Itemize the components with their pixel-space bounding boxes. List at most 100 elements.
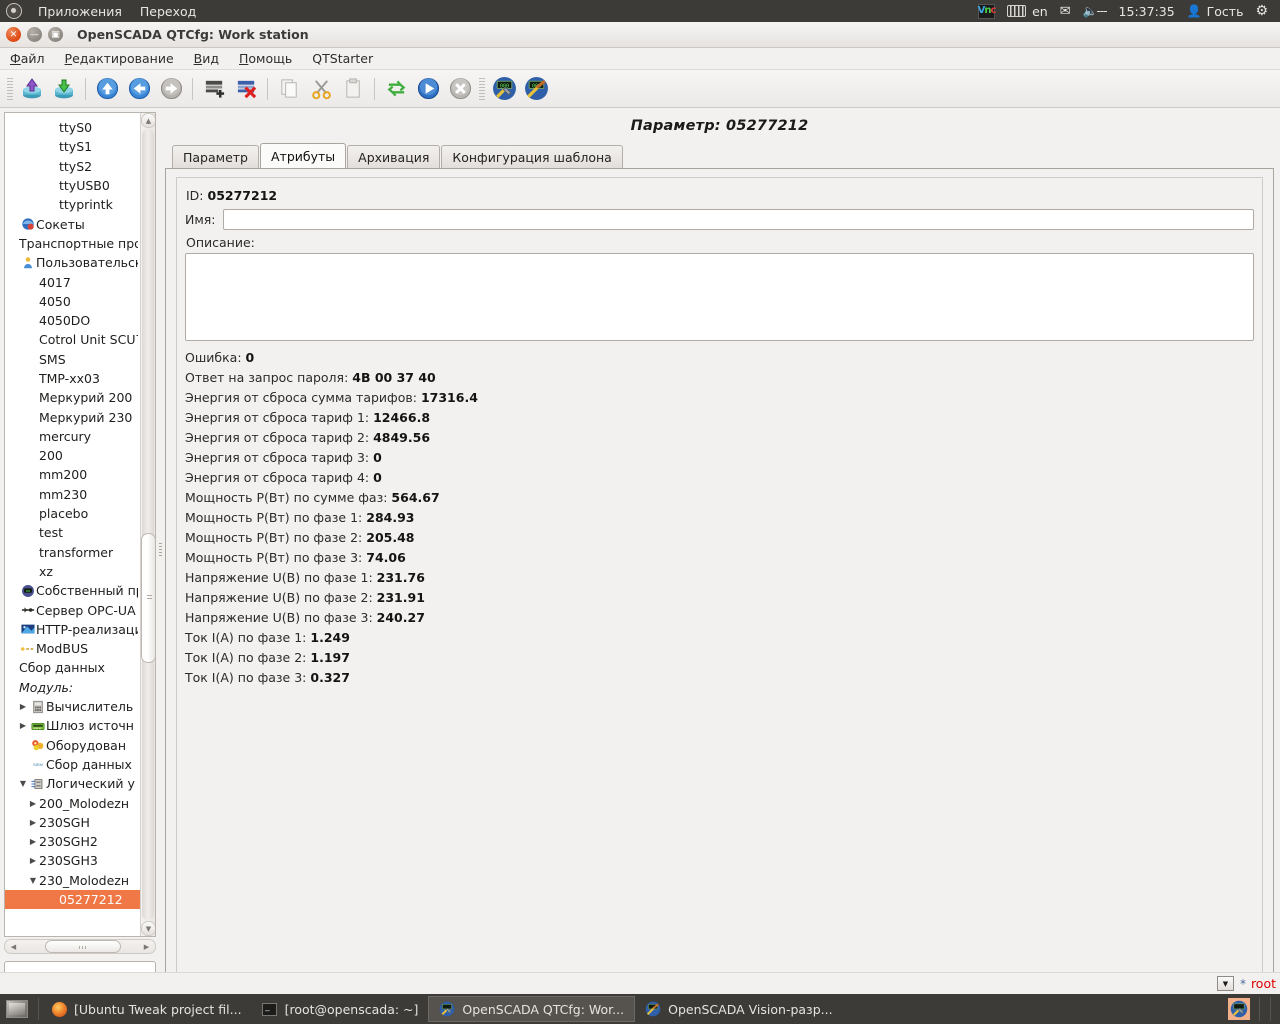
toolbar-drag-handle[interactable] — [479, 77, 485, 100]
tree-item[interactable]: xz — [5, 562, 140, 581]
tree-item[interactable]: Меркурий 230 — [5, 407, 140, 426]
taskbar-task[interactable]: [Ubuntu Tweak project fil... — [41, 996, 252, 1022]
tree-item[interactable]: Пользовательск — [5, 253, 140, 272]
tree-item[interactable]: test — [5, 523, 140, 542]
tree-item[interactable]: ▶ Шлюз источн — [5, 716, 140, 735]
tree-item[interactable]: ttyprintk — [5, 195, 140, 214]
taskbar-task[interactable]: [root@openscada: ~] — [252, 996, 429, 1022]
tree-item[interactable]: ▼ 230_Molodezн — [5, 871, 140, 890]
tree-item[interactable]: Сервер OPC-UA — [5, 600, 140, 619]
stop-icon[interactable] — [444, 73, 476, 105]
tree-horizontal-scrollbar[interactable]: ◀ ▶ — [4, 939, 156, 954]
tree-scroll-track[interactable] — [142, 129, 154, 920]
tree-item[interactable]: mm200 — [5, 465, 140, 484]
panel-menu-places[interactable]: Переход — [131, 4, 205, 19]
tab-4[interactable]: Конфигурация шаблона — [441, 145, 623, 168]
tree-item[interactable]: Сбор данных — [5, 658, 140, 677]
tree-collapse-arrow-icon[interactable]: ▶ — [27, 856, 39, 865]
tree-item[interactable]: mercury — [5, 427, 140, 446]
status-combo-dropdown[interactable]: ▼ — [1216, 976, 1234, 991]
tree-vertical-scrollbar[interactable]: ▲ ▼ — [140, 113, 155, 936]
scroll-right-arrow-icon[interactable]: ▶ — [139, 940, 154, 953]
tree-item[interactable]: transformer — [5, 543, 140, 562]
tree-item[interactable]: SMS — [5, 350, 140, 369]
tree-item[interactable]: ModBUS — [5, 639, 140, 658]
tree-item[interactable]: ▶ 230SGH2 — [5, 832, 140, 851]
window-close-button[interactable]: ✕ — [6, 27, 21, 42]
tab-3[interactable]: Архивация — [347, 145, 441, 168]
tree-item[interactable]: ▶ 230SGH — [5, 813, 140, 832]
tree-item[interactable]: 4050DO — [5, 311, 140, 330]
tree-scroll-thumb[interactable] — [141, 533, 155, 663]
tree-collapse-arrow-icon[interactable]: ▶ — [27, 837, 39, 846]
clock-indicator[interactable]: 15:37:35 — [1119, 4, 1175, 19]
tab-2-active[interactable]: Атрибуты — [260, 143, 347, 168]
menu-view[interactable]: Вид — [184, 49, 229, 68]
tree-item[interactable]: ttyS2 — [5, 157, 140, 176]
volume-icon[interactable]: 🔈--- — [1083, 4, 1108, 18]
go-up-icon[interactable] — [91, 73, 123, 105]
copy-node-icon[interactable] — [273, 73, 305, 105]
tree-item[interactable]: Оборудован — [5, 736, 140, 755]
toolbar-drag-handle[interactable] — [7, 77, 13, 100]
session-indicator[interactable]: 👤 Гость — [1187, 4, 1244, 19]
tree-collapse-arrow-icon[interactable]: ▶ — [27, 799, 39, 808]
tree-item[interactable]: HTTP-реализаци — [5, 620, 140, 639]
scroll-up-arrow-icon[interactable]: ▲ — [141, 113, 155, 128]
tree-item[interactable]: ttyS1 — [5, 137, 140, 156]
go-forward-icon[interactable] — [155, 73, 187, 105]
add-node-icon[interactable] — [198, 73, 230, 105]
taskbar-task[interactable]: OpenSCADA Vision-разр... — [635, 996, 842, 1022]
refresh-icon[interactable] — [380, 73, 412, 105]
messaging-icon[interactable]: ✉ — [1060, 4, 1071, 19]
tree-item[interactable]: SIEM Сбор данных — [5, 755, 140, 774]
tree-item[interactable]: Сокеты — [5, 214, 140, 233]
menu-qtstarter[interactable]: QTStarter — [302, 49, 383, 68]
tree-collapse-arrow-icon[interactable]: ▶ — [27, 818, 39, 827]
vision-icon[interactable]: 000 — [520, 73, 552, 105]
tree-expand-arrow-icon[interactable]: ▼ — [27, 876, 39, 885]
gear-icon[interactable]: ⚙ — [1255, 3, 1268, 19]
tree-item[interactable]: ▶ Вычислитель — [5, 697, 140, 716]
tree-item[interactable]: ▼ Логический у — [5, 774, 140, 793]
tree-item[interactable]: 200 — [5, 446, 140, 465]
delete-node-icon[interactable] — [230, 73, 262, 105]
tree-item[interactable]: mm230 — [5, 485, 140, 504]
vnc-indicator-icon[interactable]: Vnc — [978, 3, 996, 19]
tree-expand-arrow-icon[interactable]: ▼ — [17, 779, 29, 788]
paste-node-icon[interactable] — [337, 73, 369, 105]
cut-node-icon[interactable] — [305, 73, 337, 105]
tree-collapse-arrow-icon[interactable]: ▶ — [17, 721, 29, 730]
menu-edit[interactable]: Редактирование — [55, 49, 184, 68]
tree-item[interactable]: Транспортные прот — [5, 234, 140, 253]
navigation-tree[interactable]: ttyS0 ttyS1 ttyS2 ttyUSB0 ttyprintk Сокеты Тра… — [5, 113, 140, 936]
tree-item[interactable]: ▶ 200_Molodezн — [5, 793, 140, 812]
tree-item[interactable]: 4017 — [5, 272, 140, 291]
tab-1[interactable]: Параметр — [172, 145, 259, 168]
go-back-icon[interactable] — [123, 73, 155, 105]
show-desktop-icon[interactable] — [6, 1000, 28, 1018]
tree-hscroll-thumb[interactable] — [45, 940, 121, 953]
qtcfg-icon[interactable]: 000 — [488, 73, 520, 105]
tree-item[interactable]: ▶ 230SGH3 — [5, 851, 140, 870]
start-icon[interactable] — [412, 73, 444, 105]
save-to-db-icon[interactable] — [48, 73, 80, 105]
window-maximize-button[interactable]: ▣ — [48, 27, 63, 42]
load-from-db-icon[interactable] — [16, 73, 48, 105]
tree-item[interactable]: placebo — [5, 504, 140, 523]
tree-item[interactable]: ttyUSB0 — [5, 176, 140, 195]
description-textarea[interactable] — [185, 253, 1254, 341]
tree-item[interactable]: oo Собственный пр — [5, 581, 140, 600]
name-input[interactable] — [222, 209, 1254, 230]
tree-item[interactable]: Cotrol Unit SCU7 — [5, 330, 140, 349]
tree-item-selected[interactable]: 05277212 — [5, 889, 140, 910]
window-minimize-button[interactable]: — — [27, 27, 42, 42]
tray-openscada-icon[interactable] — [1228, 998, 1250, 1020]
tree-item[interactable]: ttyS0 — [5, 118, 140, 137]
tree-collapse-arrow-icon[interactable]: ▶ — [17, 702, 29, 711]
tree-item[interactable]: TMP-xx03 — [5, 369, 140, 388]
scroll-left-arrow-icon[interactable]: ◀ — [6, 940, 21, 953]
tree-item[interactable]: 4050 — [5, 292, 140, 311]
panel-menu-applications[interactable]: Приложения — [29, 4, 131, 19]
tree-item[interactable]: Меркурий 200 — [5, 388, 140, 407]
